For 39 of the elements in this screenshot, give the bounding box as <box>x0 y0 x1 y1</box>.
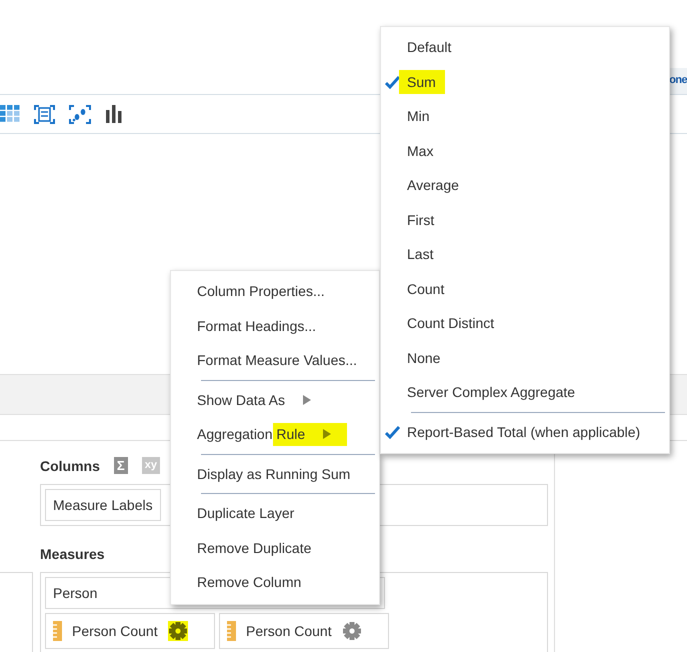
checkmark-icon <box>385 76 400 88</box>
menu-item[interactable]: First <box>381 202 669 237</box>
measure-label: Person Count <box>72 623 158 639</box>
form-icon[interactable] <box>34 104 55 124</box>
menu-item[interactable]: Max <box>381 134 669 168</box>
menu-item[interactable]: Count Distinct <box>381 306 669 340</box>
menu-item[interactable]: None <box>381 340 669 375</box>
checkmark-icon <box>385 426 400 438</box>
menu-item[interactable]: Count <box>381 272 669 306</box>
submenu-arrow-icon <box>302 394 311 405</box>
menu-item[interactable]: Min <box>381 99 669 134</box>
section-heading: Measures <box>40 546 105 562</box>
measure-label: Person Count <box>246 623 332 639</box>
scatter-chart-icon[interactable] <box>69 104 91 124</box>
ruler-icon <box>227 621 236 641</box>
pivot-grid-icon[interactable] <box>0 105 20 123</box>
menu-item[interactable]: Last <box>381 237 669 272</box>
ruler-icon <box>53 621 62 641</box>
bar-chart-icon[interactable] <box>105 105 123 123</box>
menu-item[interactable]: Default <box>381 30 669 64</box>
gear-icon[interactable] <box>342 621 362 641</box>
section-heading: Columns <box>40 458 100 474</box>
menu-item[interactable]: Report-Based Total (when applicable) <box>381 414 669 449</box>
menu-item[interactable]: Duplicate Layer <box>171 496 379 530</box>
menu-item[interactable]: Sum <box>381 64 669 99</box>
menu-item[interactable]: Remove Duplicate <box>171 530 379 565</box>
measure-chip[interactable]: Person Count <box>219 613 389 649</box>
menu-item[interactable]: Server Complex Aggregate <box>381 375 669 410</box>
gear-icon[interactable] <box>168 621 188 641</box>
column-chip[interactable]: Measure Labels <box>45 489 161 521</box>
measure-chip[interactable]: Person Count <box>45 613 215 649</box>
menu-item[interactable]: Display as Running Sum <box>171 456 379 491</box>
menu-item[interactable]: Format Headings... <box>171 308 379 343</box>
menu-item[interactable]: Aggregation Rule <box>171 417 379 452</box>
submenu-arrow-icon <box>323 429 332 440</box>
menu-item[interactable]: Column Properties... <box>171 274 379 308</box>
menu-item[interactable]: Format Measure Values... <box>171 343 379 378</box>
menu-item[interactable]: Average <box>381 168 669 202</box>
menu-item[interactable]: Show Data As <box>171 382 379 417</box>
